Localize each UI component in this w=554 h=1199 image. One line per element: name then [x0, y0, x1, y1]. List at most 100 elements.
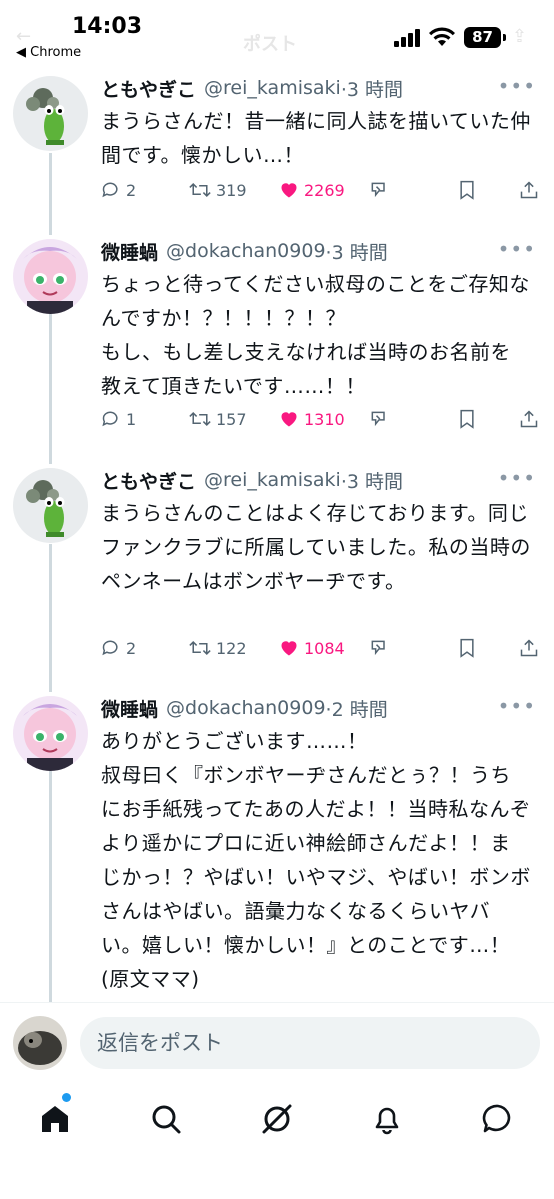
search-icon: [152, 1105, 181, 1134]
tweet-actions: 2 319 2269: [101, 180, 541, 210]
grok-icon: [371, 411, 385, 427]
tweet-actions: 1 157 1310: [101, 409, 541, 439]
grok-explain-button[interactable]: [369, 180, 389, 200]
more-options-icon[interactable]: •••: [498, 237, 536, 261]
thread-line: [49, 544, 52, 692]
bookmark-icon: [460, 638, 474, 658]
like-count: 1310: [304, 409, 345, 429]
like-button[interactable]: 1310: [279, 409, 345, 429]
wifi-icon: [429, 27, 455, 46]
bookmark-button[interactable]: [458, 409, 476, 429]
reply-icon: [102, 640, 118, 656]
grok-explain-button[interactable]: [369, 409, 389, 429]
thread-line: [49, 153, 52, 235]
share-icon-faded[interactable]: ⇪: [512, 26, 527, 47]
bookmark-icon: [460, 409, 474, 429]
battery-tip: [503, 34, 506, 41]
repost-button[interactable]: 157: [189, 409, 247, 429]
status-time: 14:03: [72, 14, 143, 39]
reply-button[interactable]: 2: [101, 180, 136, 200]
heart-icon: [281, 641, 297, 656]
tweet-header: ともやぎこ @rei_kamisaki ·3 時間: [101, 72, 403, 104]
heart-icon: [281, 183, 297, 198]
tweet-header: 微睡蝸 @dokachan0909 ·2 時間: [101, 692, 388, 724]
reply-icon: [102, 411, 118, 427]
tweet-header: ともやぎこ @rei_kamisaki ·3 時間: [101, 464, 403, 496]
reply-bar: 返信をポスト: [0, 1002, 554, 1080]
faded-page-title: ポスト: [243, 34, 297, 55]
display-name[interactable]: 微睡蝸: [101, 238, 158, 265]
share-button[interactable]: [519, 409, 539, 429]
repost-count: 319: [216, 180, 247, 200]
thread-line: [49, 771, 52, 1002]
repost-count: 157: [216, 409, 247, 429]
battery-level: 87: [464, 27, 501, 48]
like-button[interactable]: 2269: [279, 180, 345, 200]
display-name[interactable]: ともやぎこ: [101, 75, 196, 102]
repost-icon: [189, 640, 211, 656]
tweet-header: 微睡蝸 @dokachan0909 ·3 時間: [101, 235, 388, 267]
user-handle[interactable]: @dokachan0909: [166, 697, 326, 719]
share-icon: [520, 410, 538, 428]
grok-icon: [371, 182, 385, 198]
tweet-text: ちょっと待ってください叔母のことをご存知なんですか！？！！！？！？ もし、もし差…: [101, 272, 530, 398]
unread-dot: [62, 1093, 71, 1102]
avatar-frog[interactable]: [13, 468, 88, 543]
tweet-time: ·3 時間: [325, 241, 388, 264]
more-options-icon[interactable]: •••: [498, 466, 536, 490]
user-handle[interactable]: @rei_kamisaki: [204, 77, 341, 99]
share-button[interactable]: [519, 180, 539, 200]
reply-count: 1: [126, 409, 137, 429]
cellular-signal-icon: [394, 29, 422, 47]
home-icon: [42, 1106, 68, 1132]
tweet-actions: 2 122 1084: [101, 638, 541, 668]
my-avatar[interactable]: [13, 1016, 67, 1070]
user-handle[interactable]: @dokachan0909: [166, 240, 326, 262]
messages-tab[interactable]: [478, 1099, 518, 1139]
back-arrow-icon[interactable]: ←: [16, 26, 31, 47]
repost-button[interactable]: 122: [189, 638, 247, 658]
thread-line: [49, 306, 52, 464]
status-bar: 14:03 ◀ Chrome ポスト ← ⇪ 87: [0, 0, 554, 70]
grok-icon: [371, 640, 385, 656]
more-options-icon[interactable]: •••: [498, 74, 536, 98]
bookmark-button[interactable]: [458, 180, 476, 200]
back-to-chrome-link[interactable]: ◀ Chrome: [16, 45, 81, 60]
notifications-icon: [375, 1107, 399, 1135]
bookmark-icon: [460, 180, 474, 200]
notifications-tab[interactable]: [367, 1099, 407, 1139]
bookmark-button[interactable]: [458, 638, 476, 658]
tweet-text: まうらさんのことはよく存じております。同じファンクラブに所属していました。私の当…: [101, 501, 531, 593]
grok-icon: [262, 1104, 292, 1134]
avatar-frog[interactable]: [13, 76, 88, 151]
reply-input[interactable]: 返信をポスト: [80, 1017, 540, 1069]
repost-icon: [189, 411, 211, 427]
like-button[interactable]: 1084: [279, 638, 345, 658]
share-button[interactable]: [519, 638, 539, 658]
avatar-character[interactable]: [13, 696, 88, 771]
tweet-text: ありがとうございます……！ 叔母曰く『ボンボヤーヂさんだとぅ？！うちにお手紙残っ…: [101, 729, 531, 991]
more-options-icon[interactable]: •••: [498, 694, 536, 718]
display-name[interactable]: 微睡蝸: [101, 695, 158, 722]
repost-button[interactable]: 319: [189, 180, 247, 200]
grok-explain-button[interactable]: [369, 638, 389, 658]
like-count: 2269: [304, 180, 345, 200]
share-icon: [520, 181, 538, 199]
grok-tab[interactable]: [257, 1099, 297, 1139]
avatar-character[interactable]: [13, 239, 88, 314]
reply-count: 2: [126, 638, 137, 658]
reply-count: 2: [126, 180, 137, 200]
reply-button[interactable]: 1: [101, 409, 136, 429]
user-handle[interactable]: @rei_kamisaki: [204, 469, 341, 491]
search-tab[interactable]: [146, 1099, 186, 1139]
home-tab[interactable]: [35, 1099, 75, 1139]
tweet-time: ·3 時間: [340, 78, 403, 101]
reply-icon: [102, 182, 118, 198]
repost-count: 122: [216, 638, 247, 658]
heart-icon: [281, 412, 297, 427]
reply-button[interactable]: 2: [101, 638, 136, 658]
repost-icon: [189, 182, 211, 198]
display-name[interactable]: ともやぎこ: [101, 467, 196, 494]
like-count: 1084: [304, 638, 345, 658]
tweet-time: ·3 時間: [340, 470, 403, 493]
